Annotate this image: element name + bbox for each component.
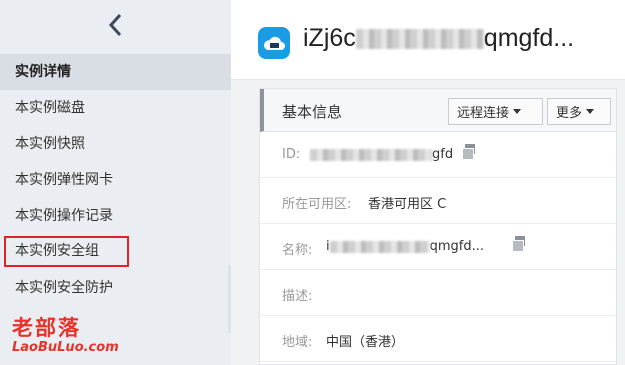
- caret-down-icon: [586, 109, 595, 114]
- region-value: 中国（香港）: [326, 335, 405, 350]
- sidebar-item-security-group[interactable]: 本实例安全组: [4, 236, 129, 267]
- zone-value: 香港可用区 C: [368, 197, 447, 212]
- remote-connect-label: 远程连接: [457, 106, 510, 121]
- remote-connect-button[interactable]: 远程连接: [448, 98, 543, 125]
- panel-title: 基本信息: [282, 103, 343, 121]
- watermark-cn: 老部落: [12, 316, 81, 340]
- name-value: i qmgfd...: [326, 239, 484, 254]
- sidebar-item-snapshots[interactable]: 本实例快照: [0, 126, 231, 162]
- sidebar-item-security-protection[interactable]: 本实例安全防护: [0, 270, 231, 306]
- sidebar: 实例详情 本实例磁盘 本实例快照 本实例弹性网卡 本实例操作记录 本实例安全组 …: [0, 0, 231, 365]
- id-value-end: gfd: [432, 147, 454, 162]
- redacted-blur: [329, 240, 430, 253]
- caret-down-icon: [513, 109, 522, 114]
- instance-header: iZj6c qmgfd...: [231, 0, 625, 80]
- watermark-logo: 老部落 LaoBuLuo.com: [12, 312, 132, 360]
- id-value: gfd: [310, 147, 453, 162]
- more-button[interactable]: 更多: [547, 98, 611, 125]
- description-label: 描述:: [282, 289, 313, 304]
- basic-info-panel: 基本信息 远程连接 更多 ID: gfd 所在可用区: 香港可用区 C 名称: …: [259, 88, 617, 365]
- copy-icon[interactable]: [462, 144, 476, 160]
- name-label: 名称:: [282, 243, 313, 258]
- info-row-id: ID: gfd: [260, 132, 616, 178]
- cloud-instance-icon: [258, 27, 290, 59]
- redacted-blur: [355, 29, 484, 50]
- sidebar-item-eni[interactable]: 本实例弹性网卡: [0, 162, 231, 198]
- page-title-end: qmgfd...: [483, 24, 575, 52]
- info-row-name: 名称: i qmgfd...: [260, 224, 616, 270]
- info-row-description: 描述:: [260, 270, 616, 316]
- panel-header: 基本信息 远程连接 更多: [260, 89, 616, 132]
- id-label: ID:: [282, 147, 301, 162]
- page-title-start: iZj6c: [303, 24, 356, 52]
- zone-label: 所在可用区:: [282, 197, 352, 212]
- region-label: 地域:: [282, 335, 313, 350]
- sidebar-nav: 实例详情 本实例磁盘 本实例快照 本实例弹性网卡 本实例操作记录 本实例安全组 …: [0, 54, 231, 306]
- chevron-left-icon: [108, 13, 121, 37]
- sidebar-item-disks[interactable]: 本实例磁盘: [0, 90, 231, 126]
- back-button[interactable]: [0, 0, 231, 50]
- redacted-blur: [310, 148, 432, 161]
- copy-icon[interactable]: [512, 236, 526, 252]
- sidebar-item-operation-log[interactable]: 本实例操作记录: [0, 198, 231, 234]
- page-title: iZj6c qmgfd...: [303, 24, 574, 53]
- main-content: iZj6c qmgfd... 基本信息 远程连接 更多 ID: gfd 所在可用区…: [231, 0, 625, 365]
- watermark-en: LaoBuLuo.com: [12, 340, 119, 355]
- sidebar-item-instance-details[interactable]: 实例详情: [0, 54, 231, 90]
- info-row-region: 地域: 中国（香港）: [260, 316, 616, 362]
- more-label: 更多: [556, 106, 583, 121]
- info-row-zone: 所在可用区: 香港可用区 C: [260, 178, 616, 224]
- name-value-end: qmgfd...: [429, 239, 485, 254]
